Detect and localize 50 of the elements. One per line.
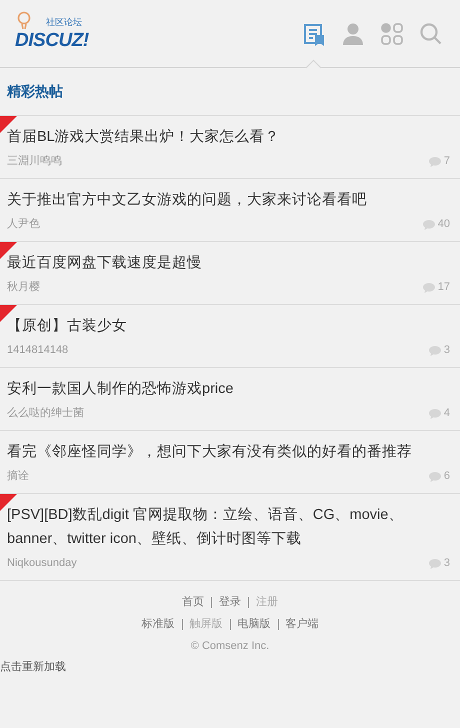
apps-icon[interactable] xyxy=(379,20,405,46)
search-icon[interactable] xyxy=(418,20,444,46)
thread-author: 么么哒的绅士菌 xyxy=(7,406,85,421)
thread-item[interactable]: [PSV][BD]数乱digit 官网提取物：立绘、语音、CG、movie、banner、twitter icon、壁纸、倒计时图等下载 Niqkousunday 3 xyxy=(0,494,460,581)
section-title: 精彩热帖 xyxy=(7,82,63,101)
thread-title: 首届BL游戏大赏结果出炉！大家怎么看？ xyxy=(7,128,281,147)
footer-link[interactable]: 首页 xyxy=(182,594,204,611)
reply-count: 6 xyxy=(444,471,450,482)
thread-title: 【原创】古装少女 xyxy=(7,317,128,336)
footer-link[interactable]: 标准版 xyxy=(142,616,174,633)
reply-count: 3 xyxy=(444,558,450,569)
comment-icon xyxy=(422,220,435,230)
thread-item[interactable]: 首届BL游戏大赏结果出炉！大家怎么看？ 三淵川鸣鸣 7 xyxy=(0,116,460,179)
logo-wordmark: DISCUZ! xyxy=(15,30,89,50)
comment-icon xyxy=(428,157,441,167)
thread-item[interactable]: 最近百度网盘下载速度是超慢 秋月樱 17 xyxy=(0,242,460,305)
thread-item[interactable]: 安利一款国人制作的恐怖游戏price 么么哒的绅士菌 4 xyxy=(0,368,460,431)
thread-author: 人尹色 xyxy=(7,217,41,232)
reply-count: 7 xyxy=(444,156,450,167)
thread-title: 安利一款国人制作的恐怖游戏price xyxy=(7,380,234,399)
comment-icon xyxy=(428,346,441,356)
logo[interactable]: 社区论坛 DISCUZ! xyxy=(15,10,91,52)
thread-author: 1414814148 xyxy=(7,343,70,358)
lightbulb-icon xyxy=(17,10,31,30)
thread-author: Niqkousunday xyxy=(7,556,78,571)
reply-count: 3 xyxy=(444,345,450,356)
thread-title: [PSV][BD]数乱digit 官网提取物：立绘、语音、CG、movie、banner、twitter icon、壁纸、倒计时图等下载 xyxy=(7,506,404,549)
thread-item[interactable]: 关于推出官方中文乙女游戏的问题，大家来讨论看看吧 人尹色 40 xyxy=(0,179,460,242)
thread-item[interactable]: 【原创】古装少女 1414814148 3 xyxy=(0,305,460,368)
reply-count: 17 xyxy=(438,282,450,293)
thread-title: 最近百度网盘下载速度是超慢 xyxy=(7,254,203,273)
reply-count: 40 xyxy=(438,219,450,230)
thread-title: 看完《邻座怪同学》，想问下大家有没有类似的好看的番推荐 xyxy=(7,442,413,462)
reply-count: 4 xyxy=(444,408,450,419)
thread-author: 秋月樱 xyxy=(7,280,41,295)
comment-icon xyxy=(422,283,435,293)
logo-tagline: 社区论坛 xyxy=(46,18,82,26)
thread-author: 摘诠 xyxy=(7,468,30,484)
user-icon[interactable] xyxy=(340,20,366,46)
copyright: © Comsenz Inc. xyxy=(190,639,270,654)
footer-link[interactable]: 客户端 xyxy=(286,616,318,633)
thread-author: 三淵川鸣鸣 xyxy=(7,154,63,169)
comment-icon xyxy=(428,472,441,482)
thread-title: 关于推出官方中文乙女游戏的问题，大家来讨论看看吧 xyxy=(7,190,368,210)
footer-link[interactable]: 电脑版 xyxy=(238,616,270,633)
comment-icon xyxy=(428,559,441,569)
comment-icon xyxy=(428,409,441,419)
reload-hint[interactable]: 点击重新加载 xyxy=(0,659,460,676)
thread-item[interactable]: 看完《邻座怪同学》，想问下大家有没有类似的好看的番推荐 摘诠 6 xyxy=(0,431,460,494)
footer-link[interactable]: 登录 xyxy=(219,594,241,611)
